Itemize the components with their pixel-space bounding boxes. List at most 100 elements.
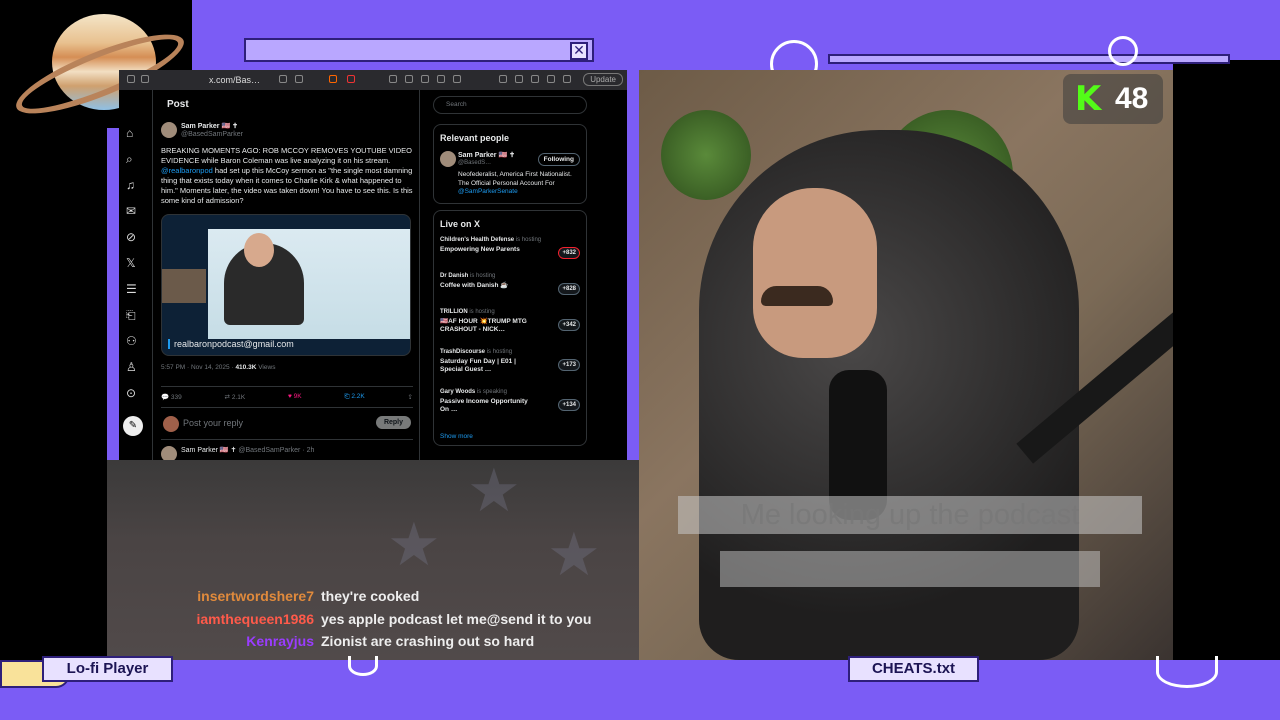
vpn-icon[interactable] [531,75,539,83]
chat-username[interactable]: iamthequeen1986 [197,611,315,627]
reply-button[interactable]: Reply [375,416,411,429]
x-sidebar: ⌂ ⌕ ♫ ✉ ⊘ 𝕏 ☰ ⎗ ⚇ ♙ ⊙ ✎ [119,90,149,460]
chat-text: Zionist are crashing out so hard [321,633,535,649]
next-reply-header: Sam Parker 🇺🇸 ✝ @BasedSamParker · 2h [181,446,314,454]
bookmarks-icon[interactable]: ⎗ [126,308,136,323]
repost-count[interactable]: ⇄ 2.1K [225,393,246,401]
chat-background: ★ ★ ★ [107,457,639,660]
tweet-text: BREAKING MOMENTS AGO: ROB MCCOY REMOVES … [161,146,413,206]
relevant-bio-mention[interactable]: @SamParkerSenate [458,188,518,195]
live-item[interactable]: Gary Woods is speaking Passive Income Op… [440,389,582,414]
shield-icon[interactable] [563,75,571,83]
reply-count[interactable]: 💬 339 [161,393,182,401]
live-host: TrashDiscourse [440,349,486,355]
grok-icon[interactable]: ⊘ [126,230,136,244]
messages-icon[interactable]: ✉ [126,204,136,218]
share-icon[interactable] [295,75,303,83]
live-on-x-title: Live on X [440,219,481,229]
profile-icon[interactable]: ♙ [126,360,137,374]
share-icon[interactable]: ⇪ [408,393,413,401]
sidebar-icon[interactable] [499,75,507,83]
relevant-avatar[interactable] [440,151,456,167]
views-label: Views [258,364,276,371]
relevant-name[interactable]: Sam Parker 🇺🇸 ✝ [458,151,515,159]
webcam-feed: K 48 Me looking up the podcast [639,70,1173,660]
stream-overlay: ✕ x.com/Bas… Update ⌂ ⌕ ♫ ✉ ⊘ 𝕏 ☰ ⎗ ⚇ ♙ … [0,0,1280,720]
live-status: is hosting [515,237,542,243]
live-count: +342 [558,319,580,331]
back-icon[interactable] [141,75,149,83]
relevant-people-title: Relevant people [440,133,510,143]
rewards-icon[interactable] [347,75,355,83]
following-button[interactable]: Following [537,153,580,166]
like-count-value: 9K [293,393,302,400]
author-name[interactable]: Sam Parker 🇺🇸 ✝ [181,122,238,130]
live-item[interactable]: Dr Danish is hosting Coffee with Danish … [440,273,582,295]
relevant-bio-text: Neofederalist, America First Nationalist… [458,171,572,187]
relevant-handle[interactable]: @BasedS… [458,160,491,166]
kick-viewer-badge: K 48 [1063,74,1163,124]
star-icon: ★ [467,457,521,524]
tweet-date: 5:57 PM · Nov 14, 2025 · [161,364,234,371]
notifications-icon[interactable]: ♫ [126,178,135,192]
show-more-link[interactable]: Show more [440,433,473,440]
like-count[interactable]: ♥ 9K [288,393,302,401]
live-status: is speaking [476,389,507,395]
reply-avatar[interactable] [161,446,177,460]
extension-icon[interactable] [453,75,461,83]
left-letterbox [0,60,107,660]
repost-count-value: 2.1K [231,394,246,401]
extension-icon[interactable] [389,75,397,83]
chat-username[interactable]: insertwordshere7 [197,588,314,604]
bookmark-count-value: 2.2K [351,393,365,400]
extension-icon[interactable] [405,75,413,83]
right-sidebar: Search Relevant people Sam Parker 🇺🇸 ✝ @… [429,90,589,460]
live-title: Passive Income Opportunity On … [440,398,528,413]
bookmark-count[interactable]: ⎗ 2.2K [344,393,364,401]
live-item[interactable]: Children's Health Defense is hosting Emp… [440,237,582,259]
search-input[interactable]: Search [433,96,587,114]
leo-icon[interactable] [547,75,555,83]
home-icon[interactable]: ⌂ [126,126,133,140]
star-icon: ★ [547,521,601,588]
wallet-icon[interactable] [515,75,523,83]
caption-line-blurred [720,551,1100,587]
x-logo-icon[interactable]: 𝕏 [126,256,136,270]
address-bar[interactable]: x.com/Bas… [209,75,260,85]
tab-icon[interactable] [127,75,135,83]
reply-input[interactable]: Post your reply [183,418,243,428]
author-handle[interactable]: @BasedSamParker [181,131,243,138]
page-title: Post [167,99,189,110]
kick-logo-icon: K [1074,79,1102,119]
extension-icon[interactable] [421,75,429,83]
live-count: +134 [558,399,580,411]
lists-icon[interactable]: ☰ [126,282,137,296]
tweet-text-part1: BREAKING MOMENTS AGO: ROB MCCOY REMOVES … [161,146,413,165]
compose-icon[interactable]: ✎ [123,416,143,436]
brave-shield-icon[interactable] [329,75,337,83]
user-avatar [163,416,179,432]
post-column: Post Sam Parker 🇺🇸 ✝ @BasedSamParker BRE… [152,90,420,460]
live-count: +832 [558,247,580,259]
chat-username[interactable]: Kenrayjus [246,633,314,649]
communities-icon[interactable]: ⚇ [126,334,137,348]
more-icon[interactable]: ⊙ [126,386,136,400]
zoom-icon[interactable] [279,75,287,83]
bottom-bar [0,660,1280,720]
moss-decor [661,110,751,200]
video-speaker-head [244,233,274,267]
search-icon[interactable]: ⌕ [126,152,133,167]
browser-window: x.com/Bas… Update ⌂ ⌕ ♫ ✉ ⊘ 𝕏 ☰ ⎗ ⚇ ♙ ⊙ … [119,70,627,460]
author-avatar[interactable] [161,122,177,138]
deco-circle-icon [348,656,378,676]
next-reply-handle[interactable]: @BasedSamParker · 2h [238,447,314,454]
next-reply-name[interactable]: Sam Parker 🇺🇸 ✝ [181,447,236,454]
update-button[interactable]: Update [583,73,623,86]
tweet-video[interactable]: realbaronpodcast@gmail.com [161,214,411,356]
live-host: Children's Health Defense [440,237,515,243]
tweet-mention-link[interactable]: @realbaronpod [161,166,213,175]
live-item[interactable]: TRILLION is hosting 🇺🇸AF HOUR 💥TRUMP MTG… [440,309,582,334]
live-item[interactable]: TrashDiscourse is hosting Saturday Fun D… [440,349,582,374]
streamer-mustache [761,286,833,306]
extension-icon[interactable] [437,75,445,83]
